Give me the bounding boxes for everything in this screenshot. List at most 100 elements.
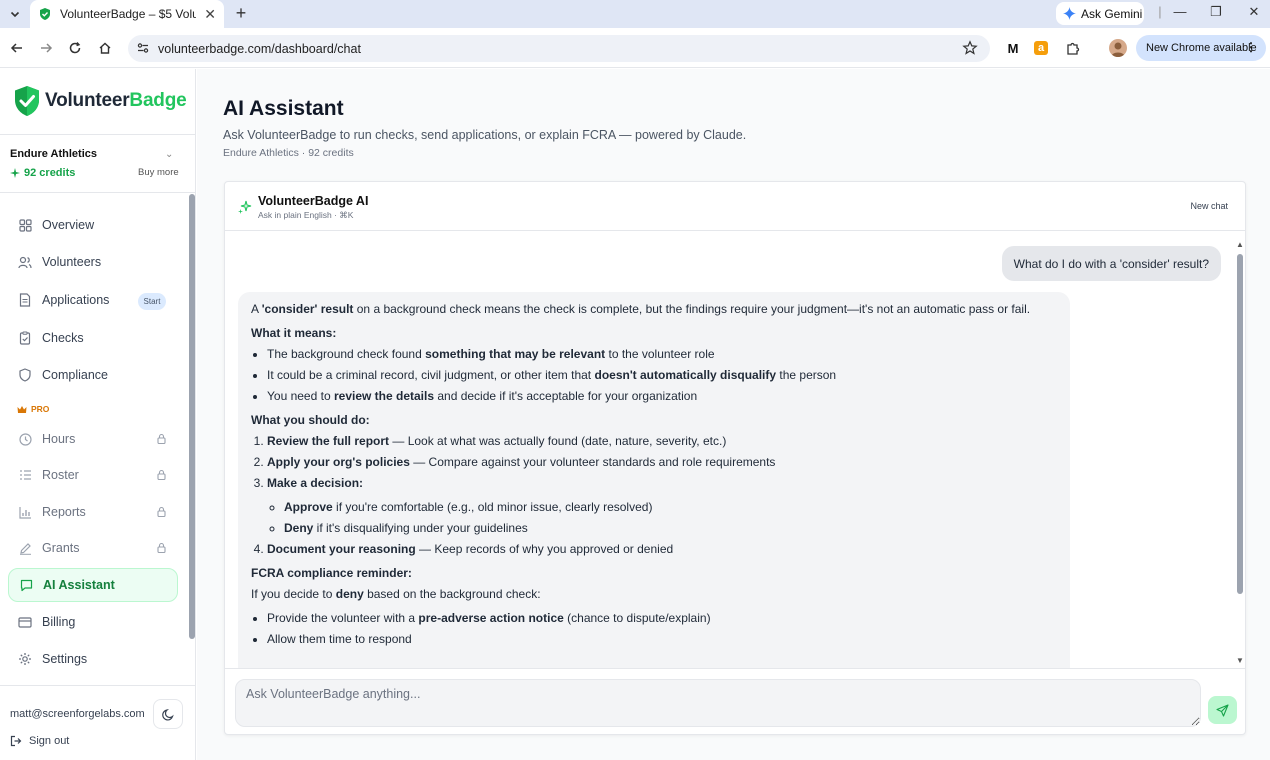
chat-icon	[19, 578, 33, 592]
card-icon	[18, 615, 32, 629]
list-item: The background check found something tha…	[267, 347, 1057, 362]
sidebar-scrollbar[interactable]	[189, 194, 195, 639]
response-heading: FCRA compliance reminder:	[251, 566, 412, 580]
lock-icon	[157, 469, 166, 480]
chevron-down-icon	[10, 11, 20, 18]
tab-title: VolunteerBadge – $5 Volunteer	[60, 7, 196, 21]
chat-panel: VolunteerBadge AI Ask in plain English ·…	[224, 181, 1246, 735]
assistant-message: A 'consider' result on a background chec…	[238, 292, 1070, 668]
tab-close-icon[interactable]: ✕	[204, 6, 216, 22]
site-settings-icon	[137, 43, 149, 53]
extensions-puzzle-icon[interactable]	[1065, 40, 1081, 56]
main-content: AI Assistant Ask VolunteerBadge to run c…	[197, 69, 1270, 760]
sidebar-item-reports[interactable]: Reports	[8, 495, 178, 529]
sidebar-item-checks[interactable]: Checks	[8, 321, 178, 355]
sidebar-item-label: AI Assistant	[43, 578, 115, 592]
crown-icon	[17, 405, 27, 413]
scroll-up-arrow-icon[interactable]: ▲	[1236, 240, 1244, 249]
response-list: The background check found something tha…	[251, 347, 1057, 404]
extension-amazon-icon[interactable]: a	[1034, 41, 1048, 55]
chevron-down-icon[interactable]: ⌄	[165, 149, 173, 160]
page-subtitle: Ask VolunteerBadge to run checks, send a…	[223, 128, 747, 142]
sparkle-icon	[10, 168, 20, 178]
sidebar-item-label: Billing	[42, 615, 76, 629]
gemini-sparkle-icon	[1063, 7, 1076, 20]
response-paragraph: If you decide to deny based on the backg…	[251, 587, 541, 601]
list-item: It could be a criminal record, civil jud…	[267, 368, 1057, 383]
new-tab-button[interactable]: +	[232, 3, 250, 23]
pen-icon	[18, 541, 32, 555]
shield-icon	[18, 368, 32, 382]
theme-toggle-button[interactable]	[153, 699, 183, 729]
browser-toolbar: volunteerbadge.com/dashboard/chat M a Ne…	[0, 28, 1270, 68]
list-icon	[18, 468, 32, 482]
message-list: What do I do with a 'consider' result? A…	[225, 232, 1245, 668]
divider	[0, 134, 196, 135]
sidebar-item-label: Reports	[42, 505, 86, 519]
send-button[interactable]	[1208, 696, 1237, 724]
logo[interactable]: VolunteerBadge	[13, 85, 187, 117]
back-button[interactable]	[8, 39, 26, 57]
chat-header: VolunteerBadge AI Ask in plain English ·…	[225, 182, 1245, 231]
credits-balance: 92 credits	[10, 167, 75, 179]
list-item: Allow them time to respond	[267, 632, 1057, 647]
list-item: Provide the volunteer with a pre-adverse…	[267, 611, 1057, 626]
sidebar-item-label: Roster	[42, 468, 79, 482]
start-badge: Start	[138, 293, 166, 310]
browser-tab[interactable]: VolunteerBadge – $5 Volunteer ✕	[30, 0, 224, 28]
sidebar-item-label: Overview	[42, 218, 95, 232]
list-item: Deny if it's disqualifying under your gu…	[284, 521, 1057, 536]
arrow-right-icon	[41, 43, 53, 53]
close-window-button[interactable]: ✕	[1244, 4, 1264, 20]
sidebar-item-billing[interactable]: Billing	[8, 605, 178, 639]
forward-button[interactable]	[37, 39, 55, 57]
chat-subtitle: Ask in plain English · ⌘K	[258, 210, 354, 220]
chat-title: VolunteerBadge AI	[258, 194, 369, 208]
reload-button[interactable]	[66, 39, 84, 57]
list-item: Document your reasoning — Keep records o…	[267, 542, 1057, 557]
chat-composer	[225, 668, 1245, 734]
org-selector[interactable]: Endure Athletics	[10, 148, 97, 160]
sidebar-item-settings[interactable]: Settings	[8, 642, 178, 676]
response-heading: What it means:	[251, 326, 337, 340]
sidebar-item-volunteers[interactable]: Volunteers	[8, 245, 178, 279]
sign-out-button[interactable]: Sign out	[10, 735, 69, 747]
sidebar-item-applications[interactable]: Applications Start	[8, 283, 178, 317]
home-button[interactable]	[96, 39, 114, 57]
sidebar-item-label: Checks	[42, 331, 84, 345]
page-title: AI Assistant	[223, 97, 344, 120]
minimize-button[interactable]: —	[1170, 4, 1190, 19]
ask-gemini-button[interactable]: Ask Gemini	[1056, 2, 1144, 25]
scroll-down-arrow-icon[interactable]: ▼	[1236, 656, 1244, 665]
grid-icon	[18, 218, 32, 232]
clipboard-check-icon	[18, 331, 32, 345]
scrollbar-thumb[interactable]	[1237, 254, 1243, 594]
list-item: Make a decision: Approve if you're comfo…	[267, 476, 1057, 536]
address-bar[interactable]: volunteerbadge.com/dashboard/chat	[128, 35, 990, 62]
logo-shield-icon	[15, 86, 39, 116]
chat-scrollbar[interactable]: ▲ ▼	[1236, 240, 1244, 665]
sidebar-item-grants[interactable]: Grants	[8, 531, 178, 565]
new-chat-button[interactable]: New chat	[1190, 201, 1228, 211]
sidebar-item-hours[interactable]: Hours	[8, 422, 178, 456]
sidebar-item-compliance[interactable]: Compliance	[8, 358, 178, 392]
lock-icon	[157, 433, 166, 444]
send-icon	[1216, 703, 1229, 717]
moon-icon	[161, 708, 174, 720]
tab-search-button[interactable]	[4, 3, 26, 25]
buy-more-link[interactable]: Buy more	[138, 167, 179, 178]
sidebar-item-label: Hours	[42, 432, 76, 446]
arrow-left-icon	[10, 43, 22, 53]
response-heading: What you should do:	[251, 413, 370, 427]
extension-m-icon[interactable]: M	[1005, 40, 1021, 56]
response-intro: A 'consider' result on a background chec…	[251, 302, 1031, 316]
chat-input[interactable]	[235, 679, 1201, 727]
sidebar-item-ai-assistant[interactable]: AI Assistant	[8, 568, 178, 602]
sidebar-item-overview[interactable]: Overview	[8, 208, 178, 242]
bookmark-star-icon[interactable]	[962, 40, 978, 56]
new-chrome-available-button[interactable]: New Chrome available ⋮	[1136, 35, 1266, 61]
profile-avatar[interactable]	[1109, 39, 1127, 57]
user-email: matt@screenforgelabs.com	[10, 708, 145, 720]
sidebar-item-roster[interactable]: Roster	[8, 458, 178, 492]
restore-button[interactable]: ❐	[1206, 4, 1226, 20]
